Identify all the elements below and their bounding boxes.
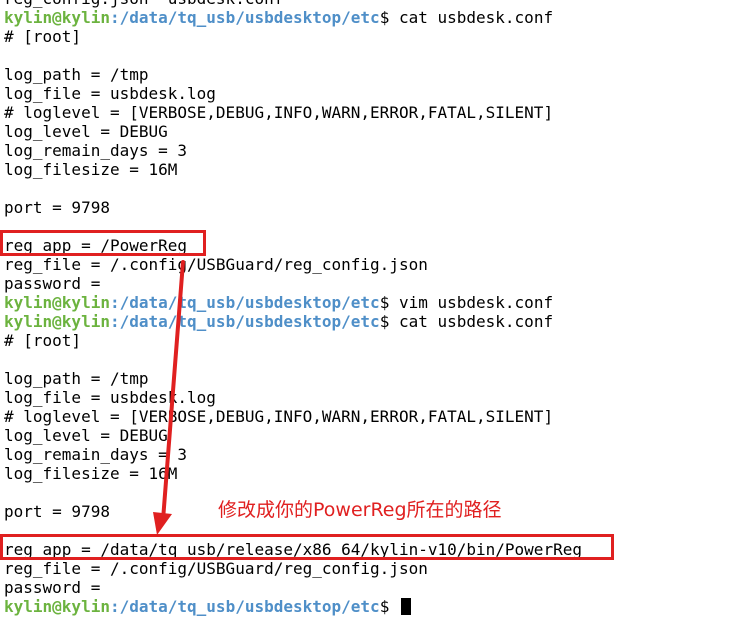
output-line: # [root]: [4, 331, 82, 350]
prompt-user: kylin@kylin: [4, 8, 110, 27]
output-line: # loglevel = [VERBOSE,DEBUG,INFO,WARN,ER…: [4, 407, 554, 426]
annotation-text: 修改成你的PowerReg所在的路径: [218, 499, 502, 521]
prompt-path: :/data/tq_usb/usbdesktop/etc: [109, 293, 380, 312]
prompt-user: kylin@kylin: [4, 293, 110, 312]
prompt-path: :/data/tq_usb/usbdesktop/etc: [109, 8, 380, 27]
output-line: log_filesize = 16M: [4, 160, 178, 179]
output-line: log_filesize = 16M: [4, 464, 178, 483]
command-text: vim usbdesk.conf: [398, 293, 554, 312]
prompt-user: kylin@kylin: [4, 597, 110, 616]
output-line: log_file = usbdesk.log: [4, 84, 216, 103]
output-line: log_remain_days = 3: [4, 445, 188, 464]
output-line: reg_config.json usbdesk.conf: [4, 0, 582, 8]
prompt-line: kylin@kylin:/data/tq_usb/usbdesktop/etc$…: [4, 293, 582, 312]
prompt-symbol: $: [379, 293, 399, 312]
prompt-user: kylin@kylin: [4, 312, 110, 331]
prompt-path: :/data/tq_usb/usbdesktop/etc: [109, 312, 380, 331]
output-line: log_level = DEBUG: [4, 426, 168, 445]
output-line: reg_file = /.config/USBGuard/reg_config.…: [4, 255, 428, 274]
prompt-symbol: $: [379, 312, 399, 331]
output-line: # loglevel = [VERBOSE,DEBUG,INFO,WARN,ER…: [4, 103, 554, 122]
command-text: cat usbdesk.conf: [398, 8, 554, 27]
terminal-window[interactable]: reg_config.json usbdesk.confkylin@kylin:…: [0, 0, 741, 618]
prompt-path: :/data/tq_usb/usbdesktop/etc: [109, 597, 380, 616]
output-line: reg_file = /.config/USBGuard/reg_config.…: [4, 559, 428, 578]
output-line: password =: [4, 274, 101, 293]
output-line: log_file = usbdesk.log: [4, 388, 216, 407]
output-line: log_level = DEBUG: [4, 122, 168, 141]
output-line: log_path = /tmp: [4, 369, 149, 388]
prompt-symbol: $: [379, 597, 399, 616]
output-line: port = 9798: [4, 198, 110, 217]
highlight-box-original-reg-app: [0, 230, 206, 256]
terminal-output[interactable]: reg_config.json usbdesk.confkylin@kylin:…: [4, 0, 582, 616]
output-line: log_path = /tmp: [4, 65, 149, 84]
output-line: log_remain_days = 3: [4, 141, 188, 160]
text-cursor[interactable]: [400, 598, 411, 615]
prompt-symbol: $: [379, 8, 399, 27]
prompt-line: kylin@kylin:/data/tq_usb/usbdesktop/etc$…: [4, 312, 582, 331]
highlight-box-modified-reg-app: [0, 534, 614, 560]
prompt-line: kylin@kylin:/data/tq_usb/usbdesktop/etc$: [4, 597, 582, 616]
output-line: # [root]: [4, 27, 82, 46]
output-line: password =: [4, 578, 101, 597]
prompt-line: kylin@kylin:/data/tq_usb/usbdesktop/etc$…: [4, 8, 582, 27]
command-text: cat usbdesk.conf: [398, 312, 554, 331]
